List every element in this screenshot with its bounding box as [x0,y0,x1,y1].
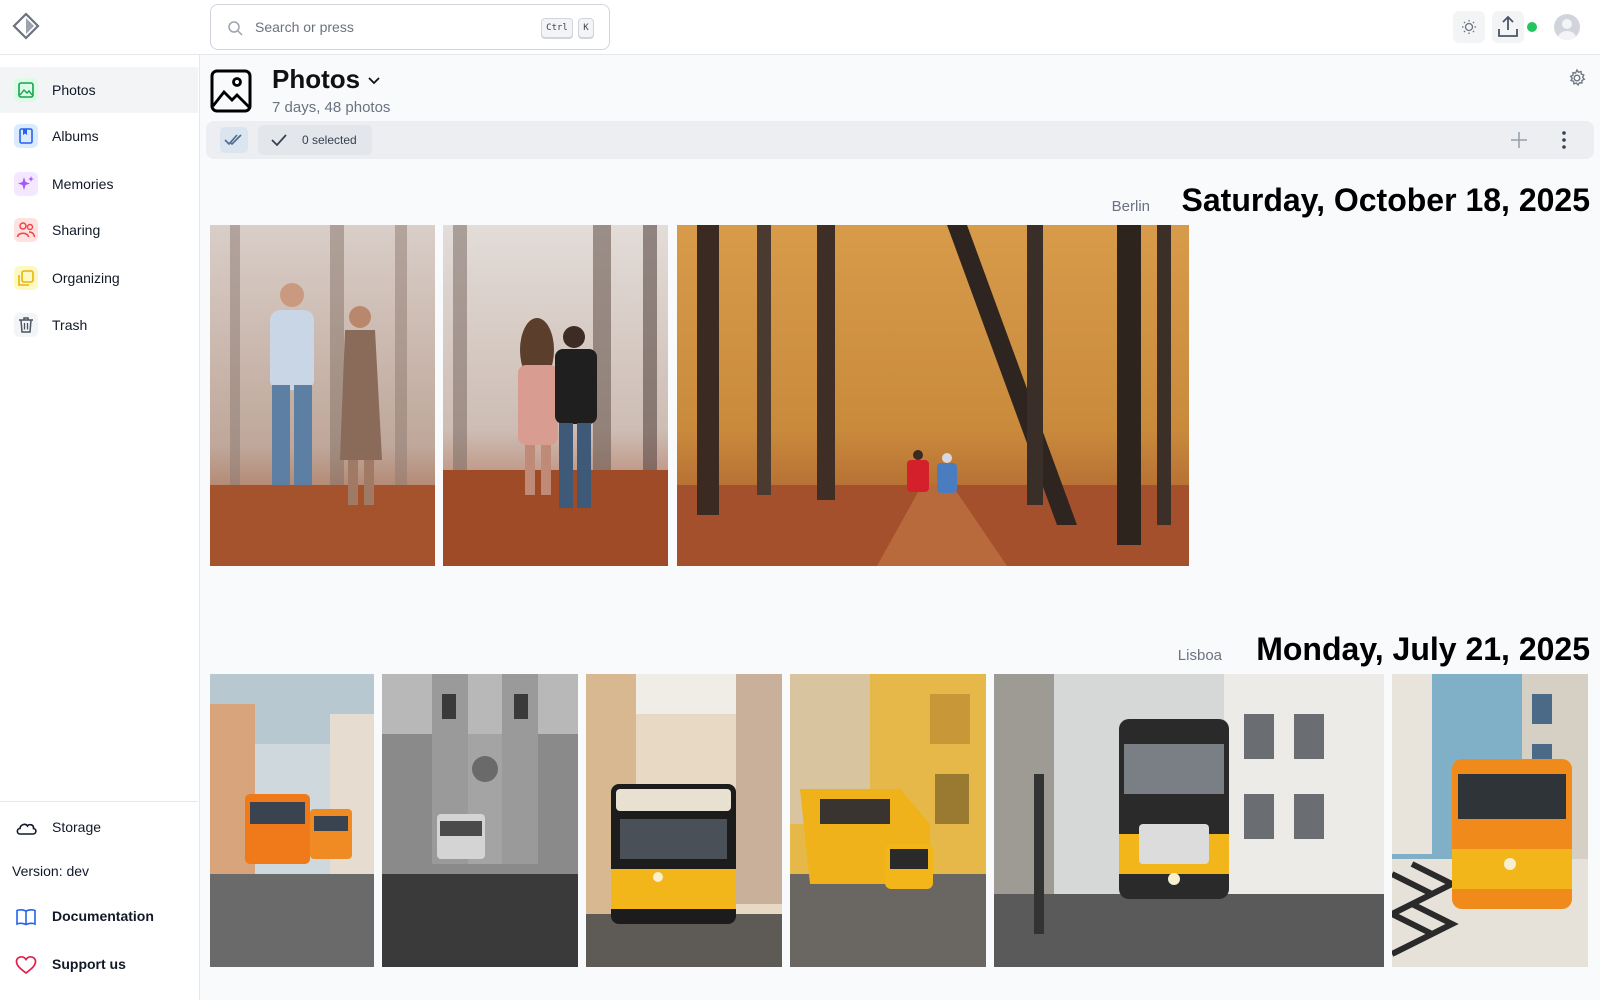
cloud-icon [16,823,37,835]
page-title[interactable]: Photos [272,64,360,95]
memories-icon [14,172,38,196]
photo-cathedral-bw[interactable] [382,674,578,967]
double-check-icon [224,134,242,146]
upload-icon [1498,15,1518,37]
sidebar-divider [0,801,198,802]
sidebar-item-label: Memories [52,176,114,192]
book-icon [16,909,36,926]
trash-icon [14,313,38,337]
photos-page-icon [210,69,252,113]
sidebar-item-label: Sharing [52,222,101,238]
photo-tram-hill[interactable] [210,674,374,967]
user-avatar[interactable] [1554,14,1580,40]
photo-tram-yellow-wall[interactable] [790,674,986,967]
group-date: Saturday, October 18, 2025 [1181,182,1590,218]
chevron-down-icon[interactable] [366,72,382,88]
sidebar-item-sharing[interactable]: Sharing [0,207,198,253]
plus-icon[interactable] [1508,129,1530,151]
top-bar: Search or press Ctrl K [0,0,1600,55]
shortcut-ctrl-key: Ctrl [541,18,573,38]
sharing-icon [14,218,38,242]
albums-icon [14,124,38,148]
sidebar-item-organizing[interactable]: Organizing [0,255,198,301]
selection-count-button[interactable]: 0 selected [258,125,372,155]
sidebar-item-trash[interactable]: Trash [0,302,198,348]
upload-button[interactable] [1492,11,1524,43]
documentation-link[interactable]: Documentation [0,896,198,936]
photo-tram-front[interactable] [994,674,1384,967]
sidebar-item-label: Organizing [52,270,120,286]
user-icon [1558,19,1576,40]
group-date: Monday, July 21, 2025 [1256,631,1590,667]
photo-couple-forest[interactable] [210,225,435,566]
selection-toolbar: 0 selected [206,121,1594,159]
photo-yellow-tram-street[interactable] [586,674,782,967]
page-subtitle: 7 days, 48 photos [272,99,391,116]
organizing-icon [14,266,38,290]
sidebar-item-photos[interactable]: Photos [0,67,198,113]
storage-label: Storage [52,819,102,835]
support-label: Support us [52,956,126,972]
selected-count-label: 0 selected [302,133,357,147]
search-box[interactable]: Search or press Ctrl K [210,4,610,50]
group-location: Berlin [1111,198,1150,215]
version-label: Version: dev [12,863,90,879]
photo-couple-walking[interactable] [443,225,668,566]
select-all-button[interactable] [220,127,248,153]
sidebar-item-label: Photos [52,82,96,98]
photos-icon [14,78,38,102]
storage-button[interactable]: Storage [0,807,198,847]
sidebar-item-memories[interactable]: Memories [0,161,198,207]
sidebar-item-label: Trash [52,317,88,333]
sidebar: Photos Albums Memories Sharing Organizin… [0,55,200,1000]
shortcut-k-key: K [578,18,594,38]
documentation-label: Documentation [52,908,154,924]
theme-toggle-button[interactable] [1453,11,1485,43]
check-icon [271,134,287,147]
sync-status-dot [1527,22,1537,32]
photo-tram-mosaic-sidewalk[interactable] [1392,674,1588,967]
gear-icon[interactable] [1567,68,1587,88]
search-icon [228,21,243,36]
sidebar-item-label: Albums [52,128,99,144]
more-vertical-icon[interactable] [1552,128,1576,152]
support-link[interactable]: Support us [0,944,198,984]
sidebar-item-albums[interactable]: Albums [0,113,198,159]
heart-icon [15,955,37,975]
app-logo-icon[interactable] [12,12,40,40]
sun-icon [1462,20,1476,34]
search-placeholder: Search or press [255,19,354,35]
photo-autumn-forest-path[interactable] [677,225,1189,566]
group-location: Lisboa [1177,647,1222,664]
